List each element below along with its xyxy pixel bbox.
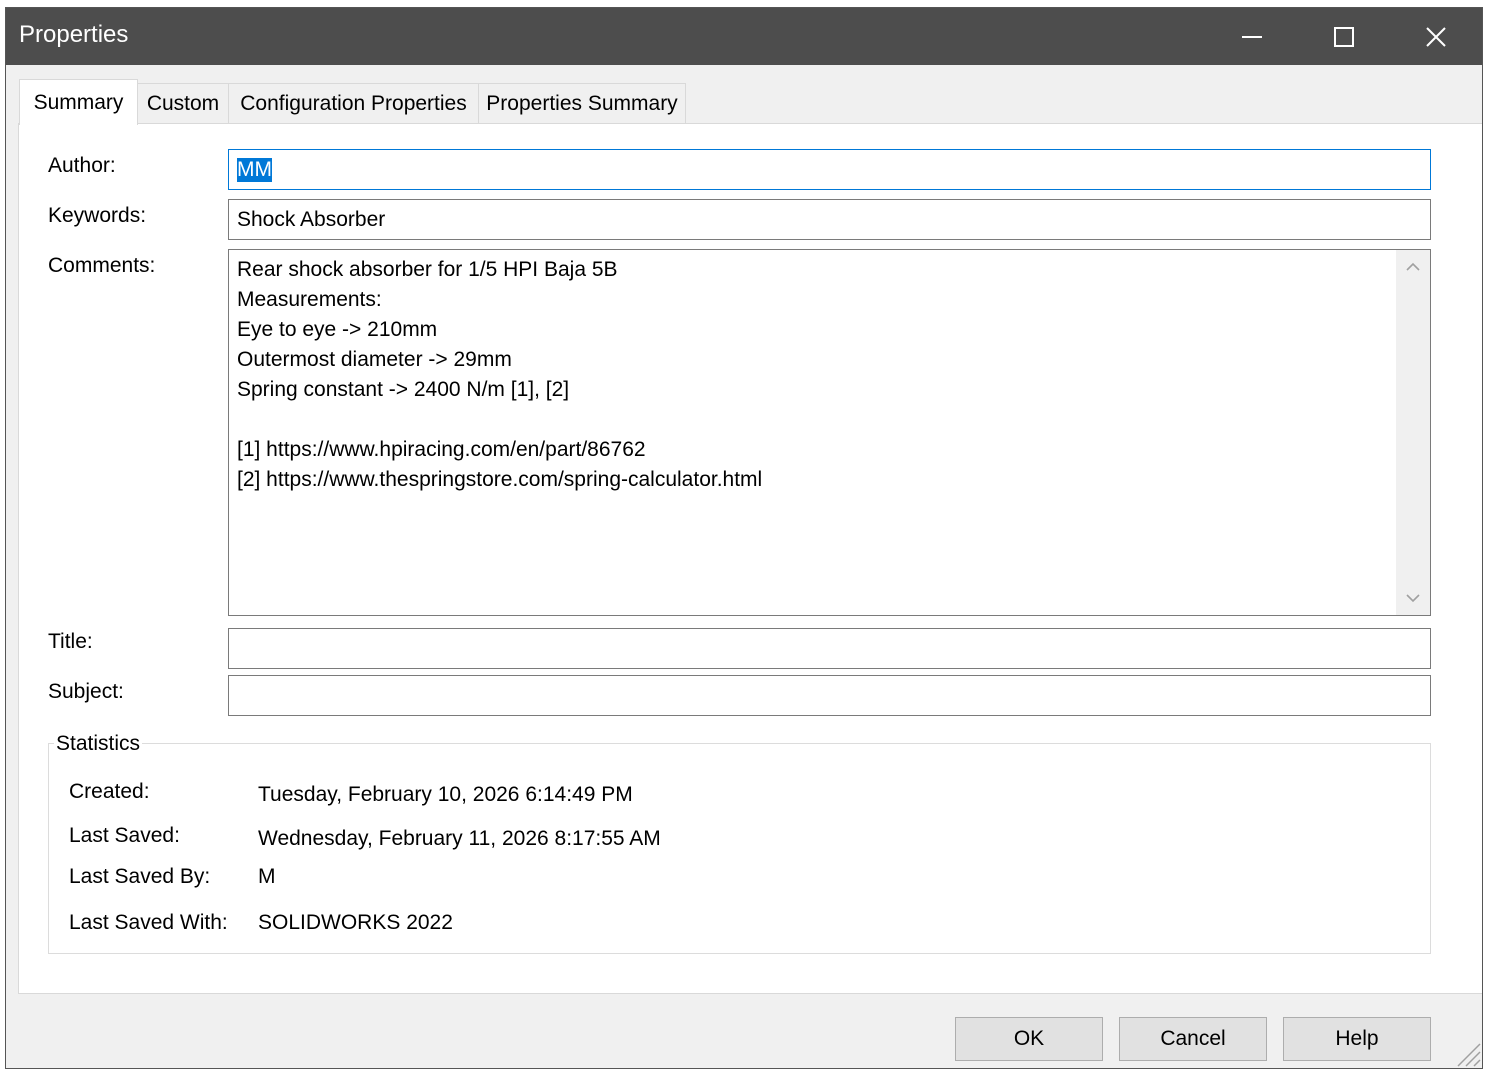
last-saved-with-label: Last Saved With: xyxy=(69,911,228,934)
minimize-button[interactable] xyxy=(1206,8,1298,65)
tab-properties-summary[interactable]: Properties Summary xyxy=(478,83,686,123)
author-value: MM xyxy=(237,157,272,182)
scroll-up-button[interactable] xyxy=(1396,250,1430,284)
summary-panel: Author: MM Keywords: Comments: Rear shoc… xyxy=(18,123,1482,994)
chevron-up-icon xyxy=(1406,262,1420,271)
close-button[interactable] xyxy=(1390,8,1482,65)
help-button[interactable]: Help xyxy=(1283,1017,1431,1061)
author-field[interactable]: MM xyxy=(228,149,1431,190)
cancel-button[interactable]: Cancel xyxy=(1119,1017,1267,1061)
subject-field[interactable] xyxy=(228,675,1431,716)
scroll-down-button[interactable] xyxy=(1396,581,1430,615)
keywords-field[interactable] xyxy=(228,199,1431,240)
tab-configuration-properties[interactable]: Configuration Properties xyxy=(228,83,479,123)
resize-grip-icon[interactable] xyxy=(1454,1040,1482,1068)
comments-text: Rear shock absorber for 1/5 HPI Baja 5B … xyxy=(237,258,763,491)
created-value: Tuesday, February 10, 2026 6:14:49 PM xyxy=(258,783,633,806)
last-saved-value: Wednesday, February 11, 2026 8:17:55 AM xyxy=(258,827,661,850)
tab-summary[interactable]: Summary xyxy=(19,79,138,125)
minimize-icon xyxy=(1242,35,1262,38)
chevron-down-icon xyxy=(1406,594,1420,603)
created-label: Created: xyxy=(69,780,150,803)
last-saved-label: Last Saved: xyxy=(69,824,180,847)
tab-strip: Summary Custom Configuration Properties … xyxy=(6,65,1482,125)
title-label: Title: xyxy=(48,630,93,653)
title-bar[interactable]: Properties xyxy=(6,8,1482,65)
properties-dialog: Properties Summary Custom Configuration … xyxy=(5,7,1483,1069)
subject-label: Subject: xyxy=(48,680,124,703)
maximize-button[interactable] xyxy=(1298,8,1390,65)
comments-scrollbar[interactable] xyxy=(1396,250,1430,615)
last-saved-by-label: Last Saved By: xyxy=(69,865,211,888)
comments-field[interactable]: Rear shock absorber for 1/5 HPI Baja 5B … xyxy=(228,249,1431,616)
title-field[interactable] xyxy=(228,628,1431,669)
last-saved-by-value: M xyxy=(258,865,276,888)
maximize-icon xyxy=(1334,26,1354,47)
window-title: Properties xyxy=(19,21,129,48)
close-icon xyxy=(1426,26,1446,47)
ok-button[interactable]: OK xyxy=(955,1017,1103,1061)
tab-custom[interactable]: Custom xyxy=(137,83,229,123)
last-saved-with-value: SOLIDWORKS 2022 xyxy=(258,911,453,934)
author-label: Author: xyxy=(48,154,116,177)
statistics-group xyxy=(48,743,1431,954)
statistics-title: Statistics xyxy=(54,732,143,756)
comments-label: Comments: xyxy=(48,254,156,277)
keywords-label: Keywords: xyxy=(48,204,147,227)
